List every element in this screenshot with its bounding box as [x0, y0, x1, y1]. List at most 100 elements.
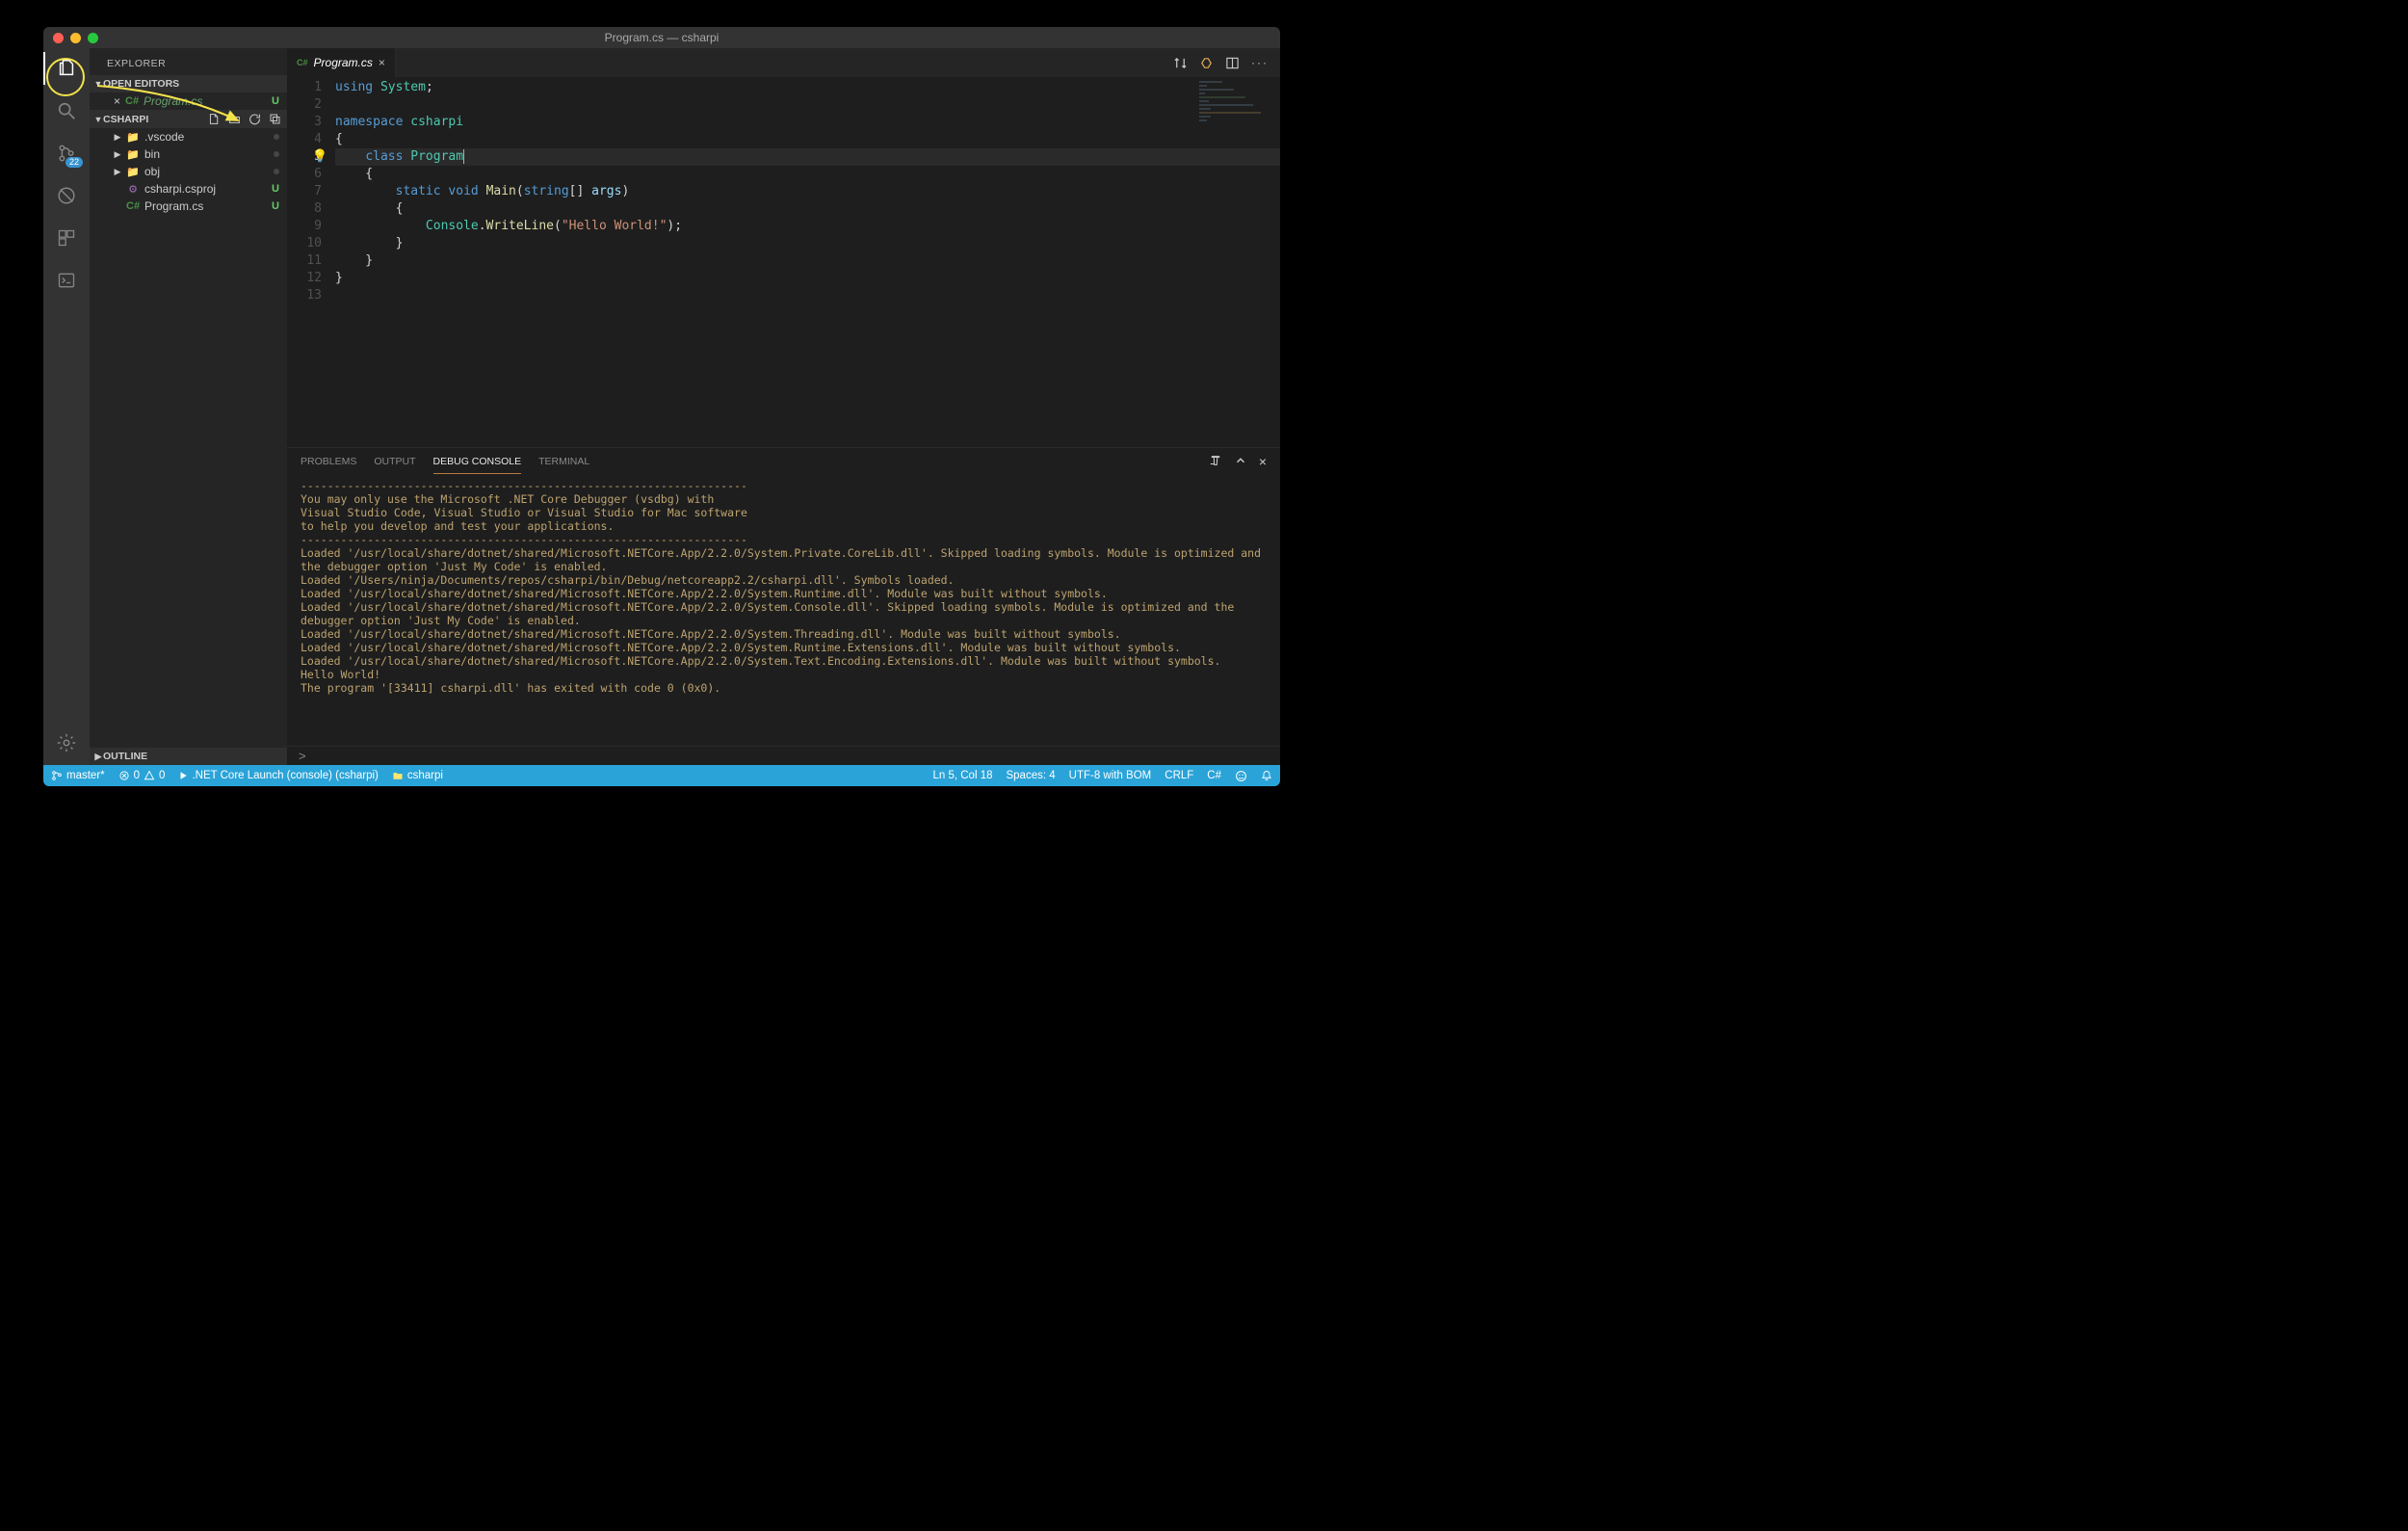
status-feedback[interactable] [1235, 770, 1247, 782]
console-line: to help you develop and test your applic… [301, 519, 1267, 533]
smiley-icon [1235, 770, 1247, 782]
tree-folder-item[interactable]: ▶📁bin [90, 145, 287, 163]
status-notifications[interactable] [1261, 770, 1272, 781]
code-line: { [335, 131, 1280, 148]
clear-console-button[interactable] [1209, 454, 1222, 469]
status-branch[interactable]: master* [51, 770, 105, 781]
chevron-down-icon: ▼ [93, 115, 103, 124]
tree-file-item[interactable]: ⚙csharpi.csprojU [90, 180, 287, 198]
code-line: } [335, 252, 1280, 270]
open-editors-section-header[interactable]: ▼ OPEN EDITORS [90, 75, 287, 92]
status-spaces[interactable]: Spaces: 4 [1006, 770, 1055, 781]
activity-debug[interactable] [54, 183, 79, 208]
csharp-file-icon: C# [125, 95, 139, 107]
editor-area: C# Program.cs × ··· 12345678910111213 💡 [287, 48, 1280, 765]
console-line: Loaded '/usr/local/share/dotnet/shared/M… [301, 546, 1267, 573]
line-number: 7 [287, 183, 335, 200]
close-panel-button[interactable]: × [1259, 454, 1267, 469]
code-content[interactable]: 💡 using System;namespace c [335, 77, 1280, 447]
activity-explorer[interactable] [54, 56, 79, 81]
error-icon [118, 770, 130, 781]
status-encoding[interactable]: UTF-8 with BOM [1069, 770, 1152, 781]
line-number: 6 [287, 166, 335, 183]
line-number: 1 [287, 79, 335, 96]
folder-icon: 📁 [126, 148, 140, 161]
tree-item-name: Program.cs [144, 199, 267, 213]
tab-name: Program.cs [314, 56, 373, 69]
refresh-button[interactable] [249, 113, 261, 125]
activity-settings[interactable] [54, 730, 79, 755]
warning-icon [144, 770, 155, 781]
tree-folder-item[interactable]: ▶📁.vscode [90, 128, 287, 145]
console-line: Loaded '/Users/ninja/Documents/repos/csh… [301, 573, 1267, 587]
editor-tab-actions: ··· [1173, 48, 1280, 77]
code-line: { [335, 166, 1280, 183]
activity-extensions[interactable] [54, 225, 79, 251]
explorer-sidebar: EXPLORER ▼ OPEN EDITORS × C# Program.cs … [90, 48, 287, 765]
status-cursor[interactable]: Ln 5, Col 18 [932, 770, 992, 781]
line-number: 12 [287, 270, 335, 287]
panel-tab-debug-console[interactable]: DEBUG CONSOLE [433, 450, 522, 474]
text-cursor [463, 149, 464, 164]
close-tab-icon[interactable]: × [379, 56, 385, 69]
project-section-header[interactable]: ▼ CSHARPI [90, 110, 287, 128]
more-actions-button[interactable]: ··· [1251, 56, 1269, 69]
line-number: 4 [287, 131, 335, 148]
console-line: ----------------------------------------… [301, 533, 1267, 546]
debug-console-input[interactable]: > [287, 746, 1280, 765]
panel-tab-problems[interactable]: PROBLEMS [301, 450, 356, 473]
panel-tab-terminal[interactable]: TERMINAL [538, 450, 589, 473]
git-status-badge: U [272, 183, 279, 195]
collapse-panel-button[interactable] [1234, 454, 1247, 469]
panel-tab-output[interactable]: OUTPUT [374, 450, 415, 473]
status-debug-launch[interactable]: .NET Core Launch (console) (csharpi) [178, 770, 378, 781]
split-editor-button[interactable] [1225, 56, 1240, 70]
open-changes-button[interactable] [1199, 56, 1214, 70]
console-line: Loaded '/usr/local/share/dotnet/shared/M… [301, 627, 1267, 641]
activity-scm[interactable]: 22 [54, 141, 79, 166]
play-icon [178, 771, 188, 780]
status-problems[interactable]: 0 0 [118, 770, 166, 781]
tree-item-name: csharpi.csproj [144, 182, 267, 196]
open-editor-item[interactable]: × C# Program.cs U [90, 92, 287, 110]
status-eol[interactable]: CRLF [1165, 770, 1193, 781]
activity-bar: 22 [43, 48, 90, 765]
outline-section-header[interactable]: ▶ OUTLINE [90, 748, 287, 765]
new-file-button[interactable] [208, 113, 221, 125]
editor-tab-active[interactable]: C# Program.cs × [287, 48, 396, 77]
folder-icon: 📁 [126, 166, 140, 178]
search-icon [56, 100, 77, 121]
lightbulb-icon[interactable]: 💡 [312, 148, 327, 166]
sidebar-title: EXPLORER [90, 48, 287, 75]
status-bar: master* 0 0 .NET Core Launch (console) (… [43, 765, 1280, 786]
chevron-right-icon: ▶ [114, 149, 121, 160]
activity-search[interactable] [54, 98, 79, 123]
status-language[interactable]: C# [1207, 770, 1221, 781]
debug-console-output[interactable]: ----------------------------------------… [287, 475, 1280, 746]
new-folder-button[interactable] [228, 113, 241, 125]
close-icon[interactable]: × [114, 94, 120, 108]
bell-icon [1261, 770, 1272, 781]
collapse-all-button[interactable] [269, 113, 281, 125]
git-dirty-dot [274, 151, 279, 157]
activity-terminal-panel[interactable] [54, 268, 79, 293]
project-label: CSHARPI [103, 114, 208, 125]
status-folder[interactable]: csharpi [392, 770, 443, 781]
compare-changes-button[interactable] [1173, 56, 1188, 70]
code-line: } [335, 235, 1280, 252]
folder-icon [392, 770, 404, 781]
code-editor[interactable]: 12345678910111213 💡 [287, 77, 1280, 447]
panel-tabs: PROBLEMS OUTPUT DEBUG CONSOLE TERMINAL × [287, 448, 1280, 475]
tree-folder-item[interactable]: ▶📁obj [90, 163, 287, 180]
console-line: Loaded '/usr/local/share/dotnet/shared/M… [301, 600, 1267, 627]
console-line: Loaded '/usr/local/share/dotnet/shared/M… [301, 654, 1267, 668]
chevron-down-icon: ▼ [93, 79, 103, 89]
minimap[interactable] [1199, 81, 1276, 123]
file-tree: ▶📁.vscode▶📁bin▶📁obj⚙csharpi.csprojUC#Pro… [90, 128, 287, 215]
branch-icon [51, 770, 63, 781]
chevron-right-icon: ▶ [114, 167, 121, 177]
git-status-badge: U [272, 95, 279, 107]
chevron-right-icon: ▶ [93, 752, 103, 762]
scm-changes-badge: 22 [65, 157, 83, 168]
tree-file-item[interactable]: C#Program.csU [90, 198, 287, 215]
